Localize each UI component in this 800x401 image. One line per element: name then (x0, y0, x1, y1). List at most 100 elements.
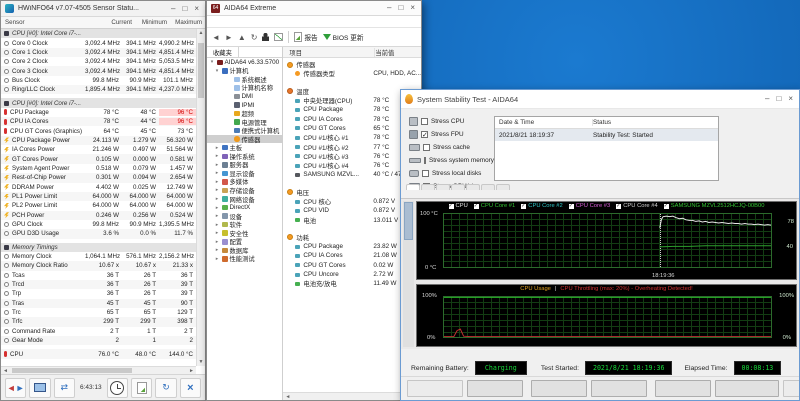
sensor-row[interactable]: DDRAM Power 4.402 W 0.025 W 12.749 W (1, 183, 196, 192)
tree-item[interactable]: 超频 (207, 109, 282, 118)
exit-button[interactable]: × (180, 378, 201, 398)
expander-icon[interactable]: ▸ (214, 247, 220, 253)
tree-item[interactable]: 电源管理 (207, 118, 282, 127)
sensor-row[interactable]: Trc 65 T 65 T 129 T (1, 308, 196, 317)
sensor-row[interactable]: PL2 Power Limit 64.000 W 64.000 W 64.000… (1, 201, 196, 210)
sensor-row[interactable]: Gear Mode 2 1 2 (1, 336, 196, 345)
minimize-icon[interactable]: – (171, 5, 175, 13)
sensor-row[interactable]: CPU [#0]: Intel Core i7-... (1, 29, 196, 38)
sensor-row[interactable]: GPU D3D Usage 3.6 % 0.0 % 11.7 % (1, 229, 196, 238)
expander-icon[interactable]: ▸ (214, 239, 220, 245)
sensor-row[interactable]: Core 2 Clock 3,092.4 MHz 394.1 MHz 5,053… (1, 57, 196, 66)
close-icon[interactable]: × (788, 95, 793, 103)
tree-item[interactable]: ▸ 数据库 (207, 246, 282, 255)
col-value[interactable]: 当前值 (375, 48, 394, 57)
sensor-row[interactable]: Trp 36 T 26 T 39 T (1, 289, 196, 298)
log-row[interactable]: 2021/8/21 18:19:37 Stability Test: Start… (495, 129, 718, 141)
tree-item[interactable]: ▸ 主板 (207, 143, 282, 152)
scroll-down-icon[interactable]: ▼ (197, 359, 205, 365)
sensor-row[interactable]: Tras 45 T 45 T 90 T (1, 299, 196, 308)
chart-icon[interactable] (274, 33, 283, 41)
tab[interactable] (451, 184, 465, 190)
item-row[interactable] (283, 79, 421, 87)
action-button[interactable] (407, 380, 463, 397)
tree-item[interactable]: ▾ AIDA64 v6.33.5700 (207, 58, 282, 67)
tree-item[interactable]: ▸ 服务器 (207, 161, 282, 170)
back-icon[interactable]: ◄ (212, 33, 220, 42)
tree-item[interactable]: ▸ 安全性 (207, 229, 282, 238)
sensor-row[interactable]: PL1 Power Limit 64.000 W 64.000 W 64.000… (1, 192, 196, 201)
expander-icon[interactable]: ▾ (209, 59, 215, 65)
col-datetime[interactable]: Date & Time (495, 119, 593, 126)
sensor-row[interactable]: CPU IA Cores 78 °C 44 °C 96 °C (1, 117, 196, 126)
tree-item[interactable]: 传感器 (207, 135, 282, 144)
legend-checkbox[interactable] (616, 204, 621, 209)
sensor-row[interactable]: PCH Power 0.246 W 0.256 W 0.524 W (1, 211, 196, 220)
checkbox[interactable] (424, 157, 426, 164)
item-row[interactable]: 传感器类型 CPU, HDD, AC... (283, 69, 421, 78)
tree-item[interactable]: DMI (207, 92, 282, 101)
sensor-row[interactable]: Memory Clock Ratio 10.67 x 10.67 x 21.33… (1, 261, 196, 270)
tree-item[interactable]: ▸ 网络设备 (207, 195, 282, 204)
action-button[interactable] (531, 380, 587, 397)
expander-icon[interactable]: ▸ (214, 256, 220, 262)
forward-icon[interactable]: ► (225, 33, 233, 42)
sensor-row[interactable]: GPU Clock 99.8 MHz 90.9 MHz 1,395.5 MHz (1, 220, 196, 229)
tab[interactable] (481, 184, 495, 190)
scroll-up-icon[interactable]: ▲ (197, 30, 205, 36)
monitor-button[interactable] (29, 378, 50, 398)
action-button[interactable] (591, 380, 647, 397)
expander-icon[interactable]: ▸ (214, 213, 220, 219)
legend-checkbox[interactable] (521, 204, 526, 209)
swap-columns-button[interactable]: ◄► (5, 378, 26, 398)
legend-checkbox[interactable] (449, 204, 454, 209)
charts-scrollbar[interactable] (403, 201, 414, 347)
checkbox[interactable] (421, 118, 428, 125)
sensor-row[interactable]: CPU [#0]: Intel Core i7-... (1, 98, 196, 107)
sensor-row[interactable]: CPU Package 78 °C 48 °C 96 °C (1, 108, 196, 117)
clock-button[interactable] (107, 378, 128, 398)
expander-icon[interactable]: ▸ (214, 162, 220, 168)
tree-item[interactable]: 便携式计算机 (207, 126, 282, 135)
tree-item[interactable]: 计算机名称 (207, 84, 282, 93)
action-button[interactable] (715, 380, 779, 397)
tree-item[interactable]: 系统概述 (207, 75, 282, 84)
vertical-scrollbar[interactable]: ▲ ▼ (196, 29, 205, 366)
tree-item[interactable]: ▸ 多媒体 (207, 178, 282, 187)
expander-icon[interactable]: ▸ (214, 222, 220, 228)
sensor-row[interactable]: Core 0 Clock 3,092.4 MHz 394.1 MHz 4,990… (1, 38, 196, 47)
logging-button[interactable] (131, 378, 152, 398)
legend-checkbox[interactable] (664, 204, 669, 209)
checkbox[interactable] (422, 170, 429, 177)
sensor-row[interactable]: IA Cores Power 21.246 W 0.497 W 51.564 W (1, 145, 196, 154)
sensor-row[interactable]: Memory Clock 1,064.1 MHz 576.1 MHz 2,156… (1, 252, 196, 261)
sensor-row[interactable]: CPU 76.0 °C 48.0 °C 144.0 °C (1, 349, 196, 358)
scroll-left-icon[interactable]: ◄ (285, 394, 290, 400)
tree-item[interactable]: ▸ 存储设备 (207, 186, 282, 195)
col-status[interactable]: Status (593, 119, 611, 126)
scrollbar-thumb[interactable] (12, 368, 132, 373)
expander-icon[interactable]: ▸ (214, 170, 220, 176)
report-button[interactable]: 报告 (294, 32, 317, 42)
expander-icon[interactable]: ▸ (214, 187, 220, 193)
tree-item[interactable]: ▸ 配置 (207, 237, 282, 246)
close-icon[interactable]: × (410, 4, 415, 12)
sensor-row[interactable]: Bus Clock 99.8 MHz 90.9 MHz 101.1 MHz (1, 76, 196, 85)
tree-item[interactable]: ▸ 操作系统 (207, 152, 282, 161)
expander-icon[interactable]: ▸ (214, 179, 220, 185)
expander-icon[interactable]: ▸ (214, 153, 220, 159)
close-icon[interactable]: × (194, 5, 199, 13)
col-current[interactable]: Current (98, 19, 135, 26)
sensor-row[interactable]: Command Rate 2 T 1 T 2 T (1, 327, 196, 336)
checkbox[interactable] (423, 144, 430, 151)
sensor-row[interactable]: GT Cores Power 0.105 W 0.000 W 0.581 W (1, 154, 196, 163)
sensor-row[interactable]: Tcas 36 T 26 T 36 T (1, 271, 196, 280)
col-maximum[interactable]: Maximum (170, 19, 205, 26)
sensor-row[interactable]: Core 1 Clock 3,092.4 MHz 394.1 MHz 4,851… (1, 48, 196, 57)
tree-item[interactable]: ▸ DirectX (207, 203, 282, 212)
tree-item[interactable]: ▾ 计算机 (207, 67, 282, 76)
maximize-icon[interactable]: □ (182, 5, 187, 13)
checkbox[interactable] (421, 131, 428, 138)
scroll-left-icon[interactable]: ◄ (3, 368, 8, 374)
horizontal-scrollbar[interactable]: ◄ ► (1, 366, 196, 374)
